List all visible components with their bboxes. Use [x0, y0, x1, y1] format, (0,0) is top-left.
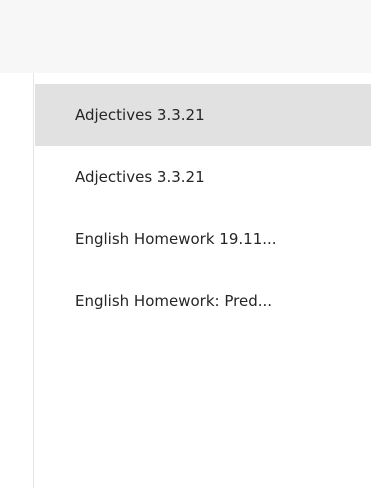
top-bar — [0, 0, 371, 73]
notebook-window: Adjectives 3.3.21 Adjectives 3.3.21 Engl… — [0, 0, 371, 488]
section-pane — [0, 73, 34, 488]
page-item-english-homework-pred[interactable]: English Homework: Pred... — [35, 270, 371, 332]
page-list: Adjectives 3.3.21 Adjectives 3.3.21 Engl… — [35, 84, 371, 332]
page-item-english-homework-1911[interactable]: English Homework 19.11... — [35, 208, 371, 270]
page-item-adjectives[interactable]: Adjectives 3.3.21 — [35, 146, 371, 208]
page-item-adjectives-selected[interactable]: Adjectives 3.3.21 — [35, 84, 371, 146]
